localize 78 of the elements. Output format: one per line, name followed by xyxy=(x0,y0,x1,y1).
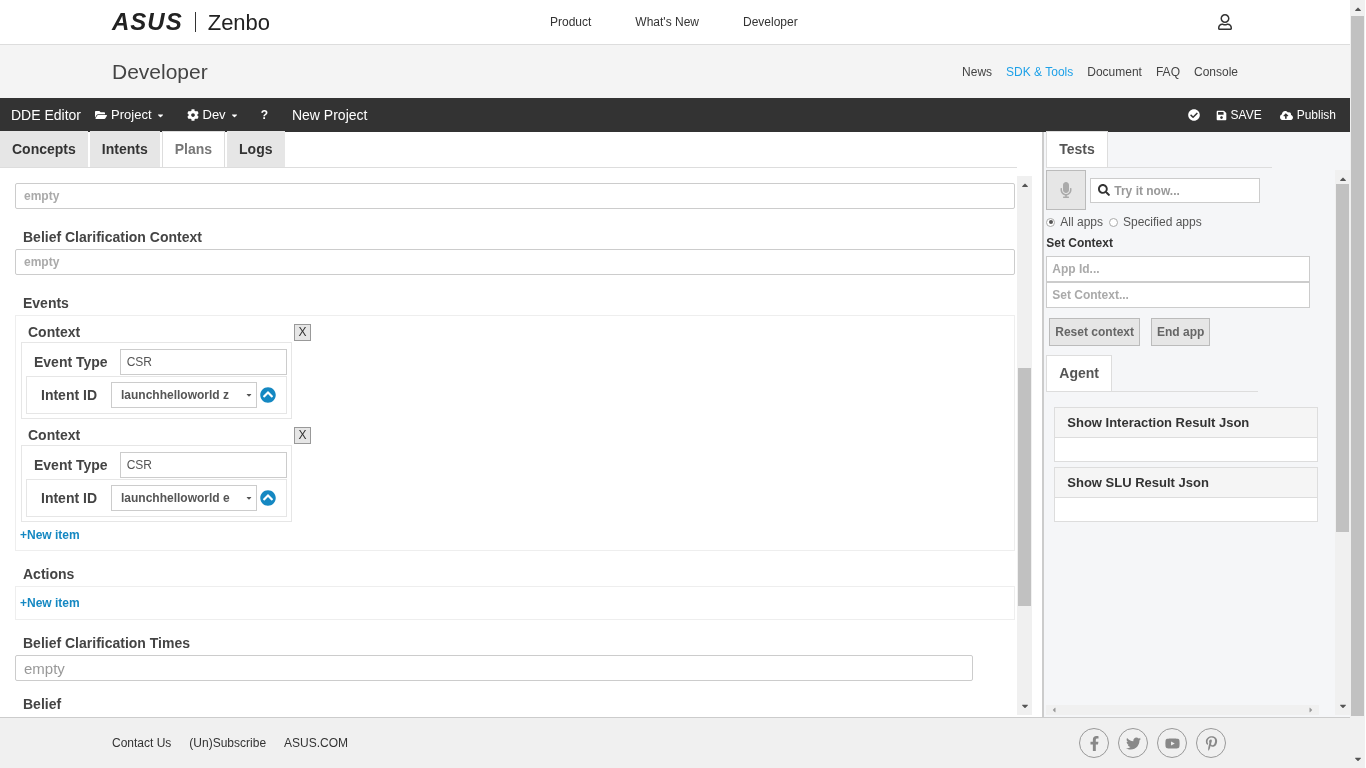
footer-link[interactable]: Contact Us xyxy=(112,734,172,752)
field-label: Event Type xyxy=(33,352,109,372)
search-field[interactable]: Try it now... xyxy=(1090,178,1261,203)
nav-link[interactable]: Product xyxy=(550,13,592,31)
panel-heading[interactable]: Show SLU Result Json xyxy=(1055,468,1318,498)
editor-tab[interactable]: Plans xyxy=(161,131,226,167)
sub-nav-link[interactable]: Document xyxy=(1087,62,1142,81)
input-field[interactable]: empty xyxy=(15,183,1016,209)
field-label: Belief Clarification Times xyxy=(22,634,191,652)
new-item-link[interactable]: +New item xyxy=(20,526,1015,544)
user-icon[interactable] xyxy=(1217,14,1233,30)
radio-button[interactable] xyxy=(1109,217,1118,227)
field-label: Belief Clarification Context xyxy=(22,228,203,246)
scrollbar[interactable] xyxy=(1017,176,1033,715)
new-item-link[interactable]: +New item xyxy=(20,594,80,612)
remove-button[interactable]: X xyxy=(294,323,311,341)
panel-heading[interactable]: Show Interaction Result Json xyxy=(1055,408,1318,438)
editor-tab[interactable]: Logs xyxy=(227,131,285,167)
scrollbar[interactable] xyxy=(1335,170,1350,715)
tests-tab[interactable]: Tests xyxy=(1046,131,1108,167)
collapse-icon[interactable] xyxy=(260,490,276,506)
microphone-icon xyxy=(1058,182,1075,198)
context-field[interactable]: Set Context... xyxy=(1046,282,1311,308)
menu-dropdown[interactable]: Dev xyxy=(186,105,239,125)
gear-icon xyxy=(186,109,199,121)
event-type-field[interactable]: CSR xyxy=(119,349,287,375)
context-title: Context xyxy=(28,322,81,342)
editor-tab[interactable]: Intents xyxy=(89,131,160,167)
radio-button[interactable] xyxy=(1046,217,1056,227)
menu-dropdown[interactable]: Project xyxy=(95,105,165,125)
intent-select[interactable]: launchhelloworld e xyxy=(111,485,257,511)
microphone-button[interactable] xyxy=(1046,170,1087,210)
field-label: Event Type xyxy=(33,455,109,475)
footer-link[interactable]: ASUS.COM xyxy=(284,734,349,752)
caret-icon xyxy=(245,494,253,502)
sub-nav-link[interactable]: FAQ xyxy=(1155,62,1180,81)
intent-select[interactable]: launchhelloworld z xyxy=(111,382,257,408)
field-label: Actions xyxy=(22,565,76,583)
field-label: Intent ID xyxy=(40,488,98,508)
set-context-heading: Set Context xyxy=(1046,235,1114,252)
project-name: New Project xyxy=(291,105,368,125)
horizontal-scrollbar[interactable] xyxy=(1046,705,1319,715)
scroll-right-icon[interactable] xyxy=(1307,706,1315,714)
editor-title: DDE Editor xyxy=(11,105,82,125)
nav-link[interactable]: What's New xyxy=(635,13,699,31)
radio-label[interactable]: Specified apps xyxy=(1123,213,1202,231)
nav-link[interactable]: Developer xyxy=(743,13,798,31)
input-field[interactable]: empty xyxy=(15,655,973,681)
action-button[interactable]: Reset context xyxy=(1049,318,1140,346)
footer-link[interactable]: (Un)Subscribe xyxy=(189,734,267,752)
app-id-field[interactable]: App Id... xyxy=(1046,256,1311,282)
action-button[interactable]: End app xyxy=(1151,318,1211,346)
agent-tab[interactable]: Agent xyxy=(1046,355,1112,391)
caret-icon xyxy=(245,391,253,399)
sub-nav-link[interactable]: News xyxy=(962,62,993,81)
brand-logo[interactable]: ASUS xyxy=(112,4,183,40)
input-field[interactable]: empty xyxy=(15,249,1016,275)
scrollbar[interactable] xyxy=(1350,0,1365,768)
field-label: Intent ID xyxy=(40,385,98,405)
save-button[interactable]: SAVE xyxy=(1215,106,1262,124)
remove-button[interactable]: X xyxy=(294,426,311,444)
search-icon xyxy=(1098,183,1111,196)
scroll-left-icon[interactable] xyxy=(1050,706,1059,714)
sub-nav-link[interactable]: Console xyxy=(1193,62,1238,81)
radio-label[interactable]: All apps xyxy=(1060,213,1103,231)
publish-button[interactable]: Publish xyxy=(1279,106,1336,124)
editor-tab[interactable]: Concepts xyxy=(0,131,88,167)
section-title: Developer xyxy=(112,58,208,85)
field-label: Belief xyxy=(22,695,63,713)
context-title: Context xyxy=(28,425,81,445)
product-name[interactable]: Zenbo xyxy=(207,5,271,39)
event-type-field[interactable]: CSR xyxy=(119,452,287,478)
field-label: Events xyxy=(22,294,70,312)
check-icon[interactable] xyxy=(1187,109,1200,121)
collapse-icon[interactable] xyxy=(260,387,276,403)
folder-icon xyxy=(95,109,108,121)
cloud-upload-icon xyxy=(1279,108,1293,122)
help-button[interactable]: ? xyxy=(260,106,268,124)
